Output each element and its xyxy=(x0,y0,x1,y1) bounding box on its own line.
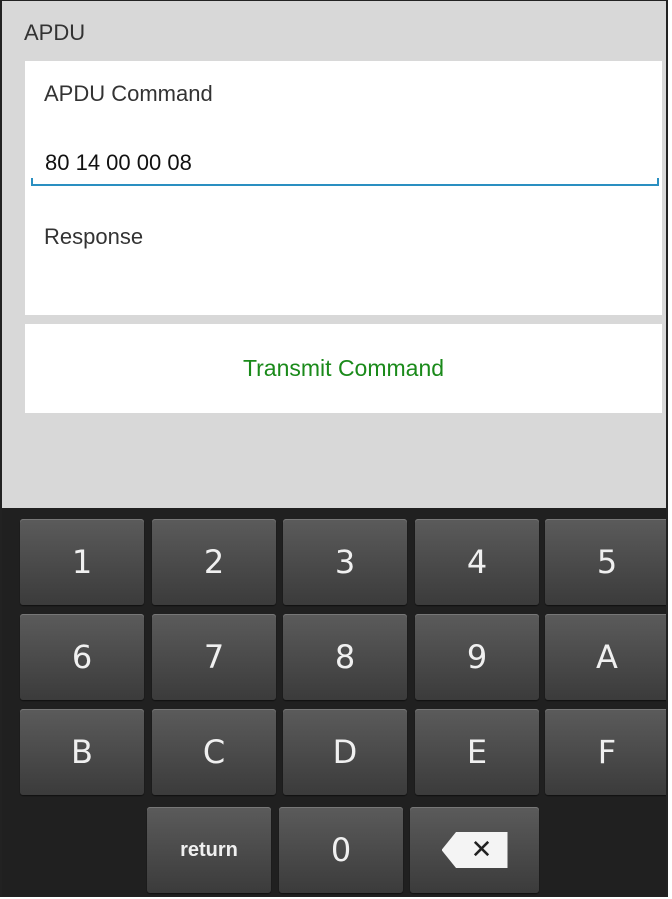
hex-keyboard: 1 2 3 4 5 6 7 8 9 A B C D E F return 0 ✕ xyxy=(2,508,666,896)
key-5[interactable]: 5 xyxy=(545,519,666,605)
backspace-icon: ✕ xyxy=(441,832,508,868)
app-screen: APDU APDU Command Response Transmit Comm… xyxy=(0,0,668,897)
backspace-key[interactable]: ✕ xyxy=(410,807,539,893)
apdu-command-underline xyxy=(31,178,659,186)
key-7[interactable]: 7 xyxy=(152,614,276,700)
key-3[interactable]: 3 xyxy=(283,519,407,605)
key-b[interactable]: B xyxy=(20,709,144,795)
apdu-command-label: APDU Command xyxy=(44,81,213,106)
key-4[interactable]: 4 xyxy=(415,519,539,605)
response-label: Response xyxy=(44,224,144,249)
key-8[interactable]: 8 xyxy=(283,614,407,700)
key-6[interactable]: 6 xyxy=(20,614,144,700)
key-9[interactable]: 9 xyxy=(415,614,539,700)
key-a[interactable]: A xyxy=(545,614,666,700)
section-title: APDU xyxy=(24,20,86,45)
transmit-command-button[interactable]: Transmit Command xyxy=(25,324,662,413)
apdu-command-input[interactable] xyxy=(31,141,659,185)
apdu-card: APDU Command Response xyxy=(25,61,662,315)
key-0[interactable]: 0 xyxy=(279,807,403,893)
key-e[interactable]: E xyxy=(415,709,539,795)
key-2[interactable]: 2 xyxy=(152,519,276,605)
return-key[interactable]: return xyxy=(147,807,271,893)
key-f[interactable]: F xyxy=(545,709,666,795)
key-c[interactable]: C xyxy=(152,709,276,795)
key-1[interactable]: 1 xyxy=(20,519,144,605)
key-d[interactable]: D xyxy=(283,709,407,795)
